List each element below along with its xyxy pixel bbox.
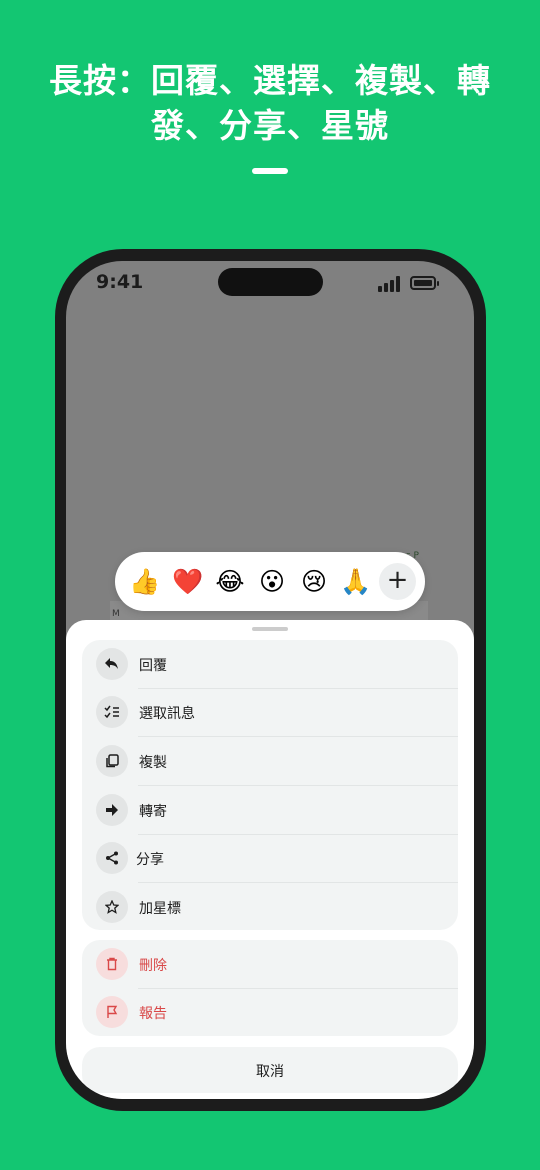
menu-item-copy[interactable]: 複製 [82,737,458,786]
reaction-laughing[interactable]: 😂 [213,565,247,599]
reaction-sad[interactable]: 😢 [297,565,331,599]
menu-item-label: 選取訊息 [139,706,195,722]
dynamic-island [218,268,323,296]
copy-icon [96,745,128,777]
sheet-handle[interactable] [252,627,288,631]
reaction-bar: 👍 ❤️ 😂 😮 😢 🙏 + [115,552,425,611]
reaction-heart[interactable]: ❤️ [171,565,205,599]
background-text: M [112,609,120,619]
checklist-icon [96,696,128,728]
headline-divider [252,168,288,174]
menu-item-share[interactable]: 分享 [82,834,458,883]
flag-icon [96,996,128,1028]
more-reactions-button[interactable]: + [379,563,416,600]
menu-item-label: 分享 [136,852,164,868]
menu-item-select[interactable]: 選取訊息 [82,688,458,737]
menu-item-label: 刪除 [139,958,167,974]
status-time: 9:41 [96,271,144,293]
menu-item-label: 轉寄 [139,804,167,820]
promo-headline-line1: 長按：回覆、選擇、複製、轉 [49,61,491,100]
battery-icon [410,276,439,290]
action-group: 回覆 選取訊息 複製 轉寄 分享 加星標 [82,640,458,930]
menu-item-label: 加星標 [139,901,181,917]
reaction-pray[interactable]: 🙏 [339,565,373,599]
menu-item-reply[interactable]: 回覆 [82,640,458,689]
menu-item-label: 複製 [139,755,167,771]
forward-arrow-icon [96,794,128,826]
promo-headline: 長按：回覆、選擇、複製、轉 發、分享、星號 [0,58,540,148]
menu-item-label: 報告 [139,1006,167,1022]
menu-item-forward[interactable]: 轉寄 [82,786,458,835]
danger-group: 刪除 報告 [82,940,458,1036]
trash-icon [96,948,128,980]
star-icon [96,891,128,923]
cancel-label: 取消 [256,1064,284,1080]
share-icon [96,842,128,874]
action-sheet: 回覆 選取訊息 複製 轉寄 分享 加星標 刪除 報告 取消 [66,620,474,1099]
reaction-thumbs-up[interactable]: 👍 [128,565,162,599]
menu-item-report[interactable]: 報告 [82,988,458,1036]
reaction-surprised[interactable]: 😮 [255,565,289,599]
signal-icon [378,276,402,292]
menu-item-delete[interactable]: 刪除 [82,940,458,989]
menu-item-label: 回覆 [139,658,167,674]
menu-item-star[interactable]: 加星標 [82,883,458,930]
promo-headline-line2: 發、分享、星號 [151,106,389,145]
cancel-button[interactable]: 取消 [82,1047,458,1093]
reply-icon [96,648,128,680]
phone-screen: 9:41 s P M 👍 ❤️ 😂 😮 😢 🙏 + 回覆 選取訊息 複製 轉寄 … [66,261,474,1099]
